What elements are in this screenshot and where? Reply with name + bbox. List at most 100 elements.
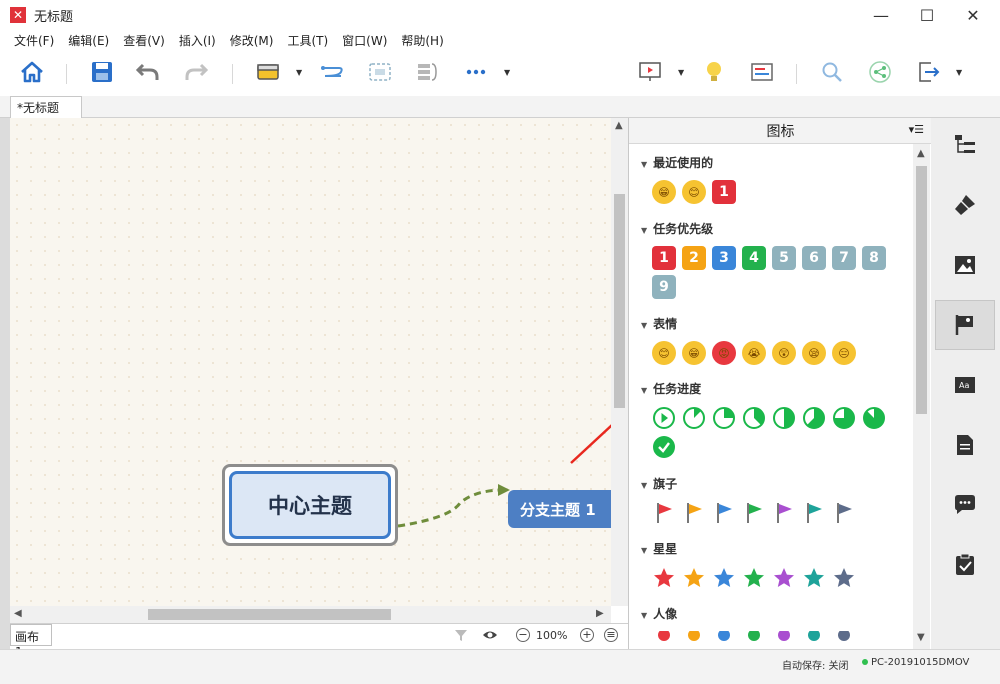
maximize-button[interactable]: ☐ [904, 0, 950, 30]
angry-face-icon[interactable]: 😡 [712, 341, 736, 365]
progress-63-icon[interactable] [802, 406, 826, 430]
marker-flag-icon[interactable] [935, 300, 995, 350]
topic-style-icon[interactable] [254, 58, 282, 86]
star-icon[interactable] [712, 566, 736, 590]
star-icon[interactable] [832, 566, 856, 590]
progress-25-icon[interactable] [712, 406, 736, 430]
branch-topic[interactable]: 分支主题 1 [508, 490, 618, 528]
priority-5-icon[interactable]: 5 [772, 246, 796, 270]
filter-icon[interactable] [454, 628, 468, 645]
central-topic[interactable]: 中心主题 [222, 464, 398, 546]
notes-icon[interactable] [935, 420, 995, 470]
menu-window[interactable]: 窗口(W) [342, 32, 387, 49]
image-icon[interactable] [935, 240, 995, 290]
chevron-down-icon[interactable]: ▼ [296, 68, 306, 78]
flag-icon[interactable] [682, 501, 706, 525]
eye-icon[interactable] [482, 628, 498, 645]
progress-50-icon[interactable] [772, 406, 796, 430]
panel-scrollbar[interactable]: ▲ ▼ [913, 144, 930, 649]
summary-icon[interactable] [414, 58, 442, 86]
section-priority[interactable]: 任务优先级 [641, 220, 713, 237]
flag-icon[interactable] [802, 501, 826, 525]
idea-bulb-icon[interactable] [700, 58, 728, 86]
progress-75-icon[interactable] [832, 406, 856, 430]
chevron-down-icon[interactable]: ▼ [678, 68, 688, 78]
zoom-out-button[interactable]: − [516, 628, 530, 642]
progress-13-icon[interactable] [682, 406, 706, 430]
flag-icon[interactable] [712, 501, 736, 525]
progress-38-icon[interactable] [742, 406, 766, 430]
canvas-horizontal-scrollbar[interactable]: ◀ ▶ [10, 606, 611, 623]
flag-icon[interactable] [772, 501, 796, 525]
minimize-button[interactable]: — [858, 0, 904, 30]
priority-8-icon[interactable]: 8 [862, 246, 886, 270]
section-flags[interactable]: 旗子 [641, 475, 677, 492]
comment-icon[interactable] [935, 480, 995, 530]
menu-view[interactable]: 查看(V) [123, 32, 165, 49]
person-icon[interactable] [742, 631, 766, 645]
person-icon[interactable] [772, 631, 796, 645]
priority-3-icon[interactable]: 3 [712, 246, 736, 270]
progress-100-icon[interactable] [652, 435, 676, 459]
zoom-in-button[interactable]: + [580, 628, 594, 642]
surprised-face-icon[interactable]: 😲 [772, 341, 796, 365]
section-progress[interactable]: 任务进度 [641, 380, 701, 397]
scroll-left-icon[interactable]: ◀ [14, 608, 22, 619]
panel-menu-icon[interactable]: ▾☰ [909, 123, 924, 136]
chevron-down-icon[interactable]: ▼ [956, 68, 966, 78]
star-icon[interactable] [772, 566, 796, 590]
priority-2-icon[interactable]: 2 [682, 246, 706, 270]
grin-face-icon[interactable]: 😁 [652, 180, 676, 204]
undo-icon[interactable] [134, 58, 162, 86]
menu-file[interactable]: 文件(F) [14, 32, 54, 49]
menu-tools[interactable]: 工具(T) [287, 32, 328, 49]
fit-icon[interactable]: ≡ [604, 628, 618, 642]
star-icon[interactable] [742, 566, 766, 590]
save-icon[interactable] [88, 58, 116, 86]
star-icon[interactable] [652, 566, 676, 590]
person-icon[interactable] [712, 631, 736, 645]
menu-help[interactable]: 帮助(H) [401, 32, 443, 49]
star-icon[interactable] [682, 566, 706, 590]
menu-modify[interactable]: 修改(M) [230, 32, 274, 49]
sleepy-face-icon[interactable]: 😪 [802, 341, 826, 365]
smile-face-icon[interactable]: 😊 [652, 341, 676, 365]
menu-edit[interactable]: 编辑(E) [68, 32, 109, 49]
priority-9-icon[interactable]: 9 [652, 275, 676, 299]
more-icon[interactable] [462, 58, 490, 86]
close-button[interactable]: ✕ [950, 0, 996, 30]
share-icon[interactable] [866, 58, 894, 86]
outline-panel-icon[interactable] [935, 120, 995, 170]
priority-7-icon[interactable]: 7 [832, 246, 856, 270]
panel-scroll-thumb[interactable] [916, 166, 927, 414]
flag-icon[interactable] [652, 501, 676, 525]
person-icon[interactable] [652, 631, 676, 645]
search-icon[interactable] [818, 58, 846, 86]
flag-icon[interactable] [742, 501, 766, 525]
crying-face-icon[interactable]: 😭 [742, 341, 766, 365]
autosave-status[interactable]: 自动保存: 关闭 [782, 657, 849, 672]
relationship-icon[interactable] [318, 58, 346, 86]
menu-insert[interactable]: 插入(I) [179, 32, 216, 49]
redo-icon[interactable] [182, 58, 210, 86]
scroll-up-icon[interactable]: ▲ [615, 120, 623, 131]
progress-88-icon[interactable] [862, 406, 886, 430]
section-people[interactable]: 人像 [641, 605, 677, 622]
priority-1-icon[interactable]: 1 [652, 246, 676, 270]
flag-icon[interactable] [832, 501, 856, 525]
person-icon[interactable] [682, 631, 706, 645]
central-topic-label[interactable]: 中心主题 [229, 471, 391, 539]
boundary-icon[interactable] [366, 58, 394, 86]
priority-4-icon[interactable]: 4 [742, 246, 766, 270]
progress-0-icon[interactable] [652, 406, 676, 430]
section-recent[interactable]: 最近使用的 [641, 154, 713, 171]
tab-untitled[interactable]: *无标题 [10, 96, 82, 118]
horizontal-scroll-thumb[interactable] [148, 609, 391, 620]
home-icon[interactable] [18, 58, 46, 86]
presentation-icon[interactable] [636, 58, 664, 86]
canvas-vertical-scrollbar[interactable]: ▲ [611, 118, 628, 606]
person-icon[interactable] [832, 631, 856, 645]
scroll-down-icon[interactable]: ▼ [917, 632, 925, 643]
person-icon[interactable] [802, 631, 826, 645]
export-icon[interactable] [914, 58, 942, 86]
